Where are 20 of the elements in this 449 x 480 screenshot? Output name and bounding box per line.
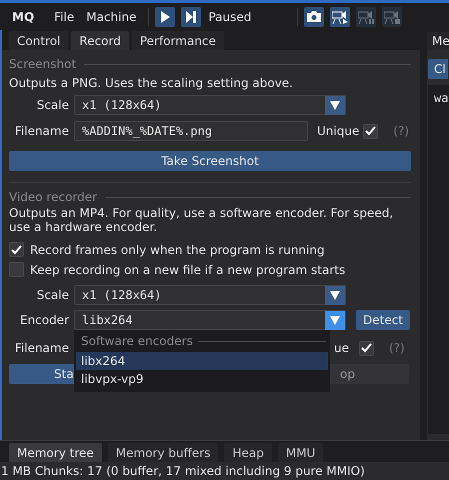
checkbox-label: ue bbox=[334, 340, 349, 357]
app-logo: MQ bbox=[12, 8, 34, 26]
status-label: Paused bbox=[208, 8, 252, 26]
field-label: Scale bbox=[36, 287, 69, 304]
description-text: Outputs a PNG. Uses the scaling setting above. bbox=[9, 75, 294, 92]
checkbox-label: Keep recording on a new file if a new program starts bbox=[30, 262, 346, 278]
checkbox-label: Record frames only when the program is running bbox=[30, 242, 325, 258]
group-heading: Software encoders bbox=[80, 333, 194, 350]
field-label: Encoder bbox=[18, 312, 69, 329]
log-text: wa bbox=[434, 91, 448, 105]
field-label: Filename bbox=[14, 340, 69, 357]
field-label: Scale bbox=[36, 97, 69, 114]
section-heading: Screenshot bbox=[9, 56, 76, 73]
status-text: 1 MB Chunks: 17 (0 buffer, 17 mixed including 9 pure MMIO) bbox=[1, 463, 366, 480]
section-heading: Video recorder bbox=[9, 189, 98, 206]
help-text: (?) bbox=[389, 340, 405, 357]
checkbox-label: Unique bbox=[317, 123, 360, 140]
description-text: Outputs an MP4. For quality, use a software encoder. For speed, use a hardware encoder. bbox=[9, 206, 394, 234]
help-text: (?) bbox=[393, 123, 410, 140]
field-label: Filename bbox=[14, 123, 69, 140]
